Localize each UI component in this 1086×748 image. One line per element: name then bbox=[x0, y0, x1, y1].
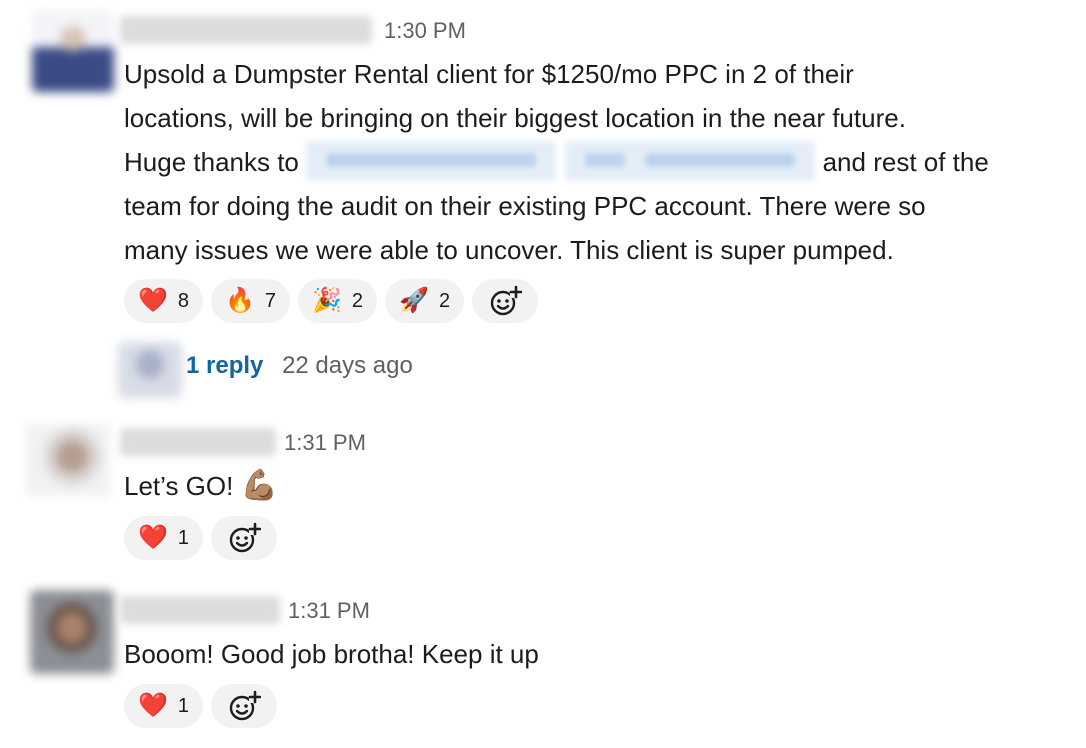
rocket-icon: 🚀 bbox=[399, 287, 429, 314]
reaction-count: 8 bbox=[177, 289, 190, 312]
reaction-fire[interactable]: 🔥 7 bbox=[211, 279, 291, 323]
sender-name[interactable] bbox=[120, 16, 372, 44]
reaction-count: 7 bbox=[264, 289, 277, 312]
mention-user-1[interactable] bbox=[306, 141, 557, 182]
heart-icon: ❤️ bbox=[138, 524, 168, 551]
text-line: many issues we were able to uncover. Thi… bbox=[124, 235, 894, 266]
reaction-heart[interactable]: ❤️ 1 bbox=[124, 684, 204, 728]
reaction-heart[interactable]: ❤️ 8 bbox=[124, 279, 204, 323]
text-line: team for doing the audit on their existi… bbox=[124, 191, 926, 222]
message-text: Booom! Good job brotha! Keep it up bbox=[124, 639, 539, 669]
avatar[interactable] bbox=[26, 424, 110, 496]
message-text: Upsold a Dumpster Rental client for $125… bbox=[124, 52, 989, 272]
sender-name[interactable] bbox=[120, 596, 280, 624]
fire-icon: 🔥 bbox=[225, 287, 255, 314]
heart-icon: ❤️ bbox=[138, 692, 168, 719]
sender-name[interactable] bbox=[120, 428, 276, 456]
text-line: Upsold a Dumpster Rental client for $125… bbox=[124, 59, 854, 89]
avatar[interactable] bbox=[30, 590, 114, 674]
text-line: Huge thanks to and rest of the bbox=[124, 140, 989, 184]
last-reply-time: 22 days ago bbox=[282, 352, 413, 379]
add-reaction-icon bbox=[229, 690, 262, 721]
mention-user-2[interactable] bbox=[565, 141, 816, 182]
reaction-bar: ❤️ 8 🔥 7 🎉 2 🚀 2 bbox=[124, 279, 539, 323]
reaction-count: 1 bbox=[177, 526, 190, 549]
thread-participant-avatar[interactable] bbox=[118, 342, 182, 398]
avatar[interactable] bbox=[32, 10, 114, 92]
reaction-bar: ❤️ 1 bbox=[124, 684, 278, 728]
message-text: Let’s GO! 💪🏽 bbox=[124, 469, 278, 502]
heart-icon: ❤️ bbox=[138, 287, 168, 314]
message-timestamp[interactable]: 1:31 PM bbox=[284, 430, 366, 456]
message-timestamp[interactable]: 1:31 PM bbox=[288, 598, 370, 624]
message-timestamp[interactable]: 1:30 PM bbox=[384, 18, 466, 44]
reaction-tada[interactable]: 🎉 2 bbox=[298, 279, 378, 323]
reaction-count: 2 bbox=[351, 289, 364, 312]
reaction-bar: ❤️ 1 bbox=[124, 516, 278, 560]
add-reaction-button[interactable] bbox=[211, 516, 278, 560]
reaction-count: 2 bbox=[438, 289, 451, 312]
thread-summary[interactable]: 1 reply 22 days ago bbox=[186, 352, 413, 380]
add-reaction-button[interactable] bbox=[472, 279, 539, 323]
flexed-biceps-icon: 💪🏽 bbox=[240, 469, 278, 502]
reaction-count: 1 bbox=[177, 694, 190, 717]
reply-count-link[interactable]: 1 reply bbox=[186, 352, 263, 379]
reaction-rocket[interactable]: 🚀 2 bbox=[385, 279, 465, 323]
text-line: locations, will be bringing on their big… bbox=[124, 103, 906, 133]
tada-icon: 🎉 bbox=[312, 287, 342, 314]
add-reaction-icon bbox=[490, 285, 523, 316]
add-reaction-icon bbox=[229, 522, 262, 553]
add-reaction-button[interactable] bbox=[211, 684, 278, 728]
reaction-heart[interactable]: ❤️ 1 bbox=[124, 516, 204, 560]
